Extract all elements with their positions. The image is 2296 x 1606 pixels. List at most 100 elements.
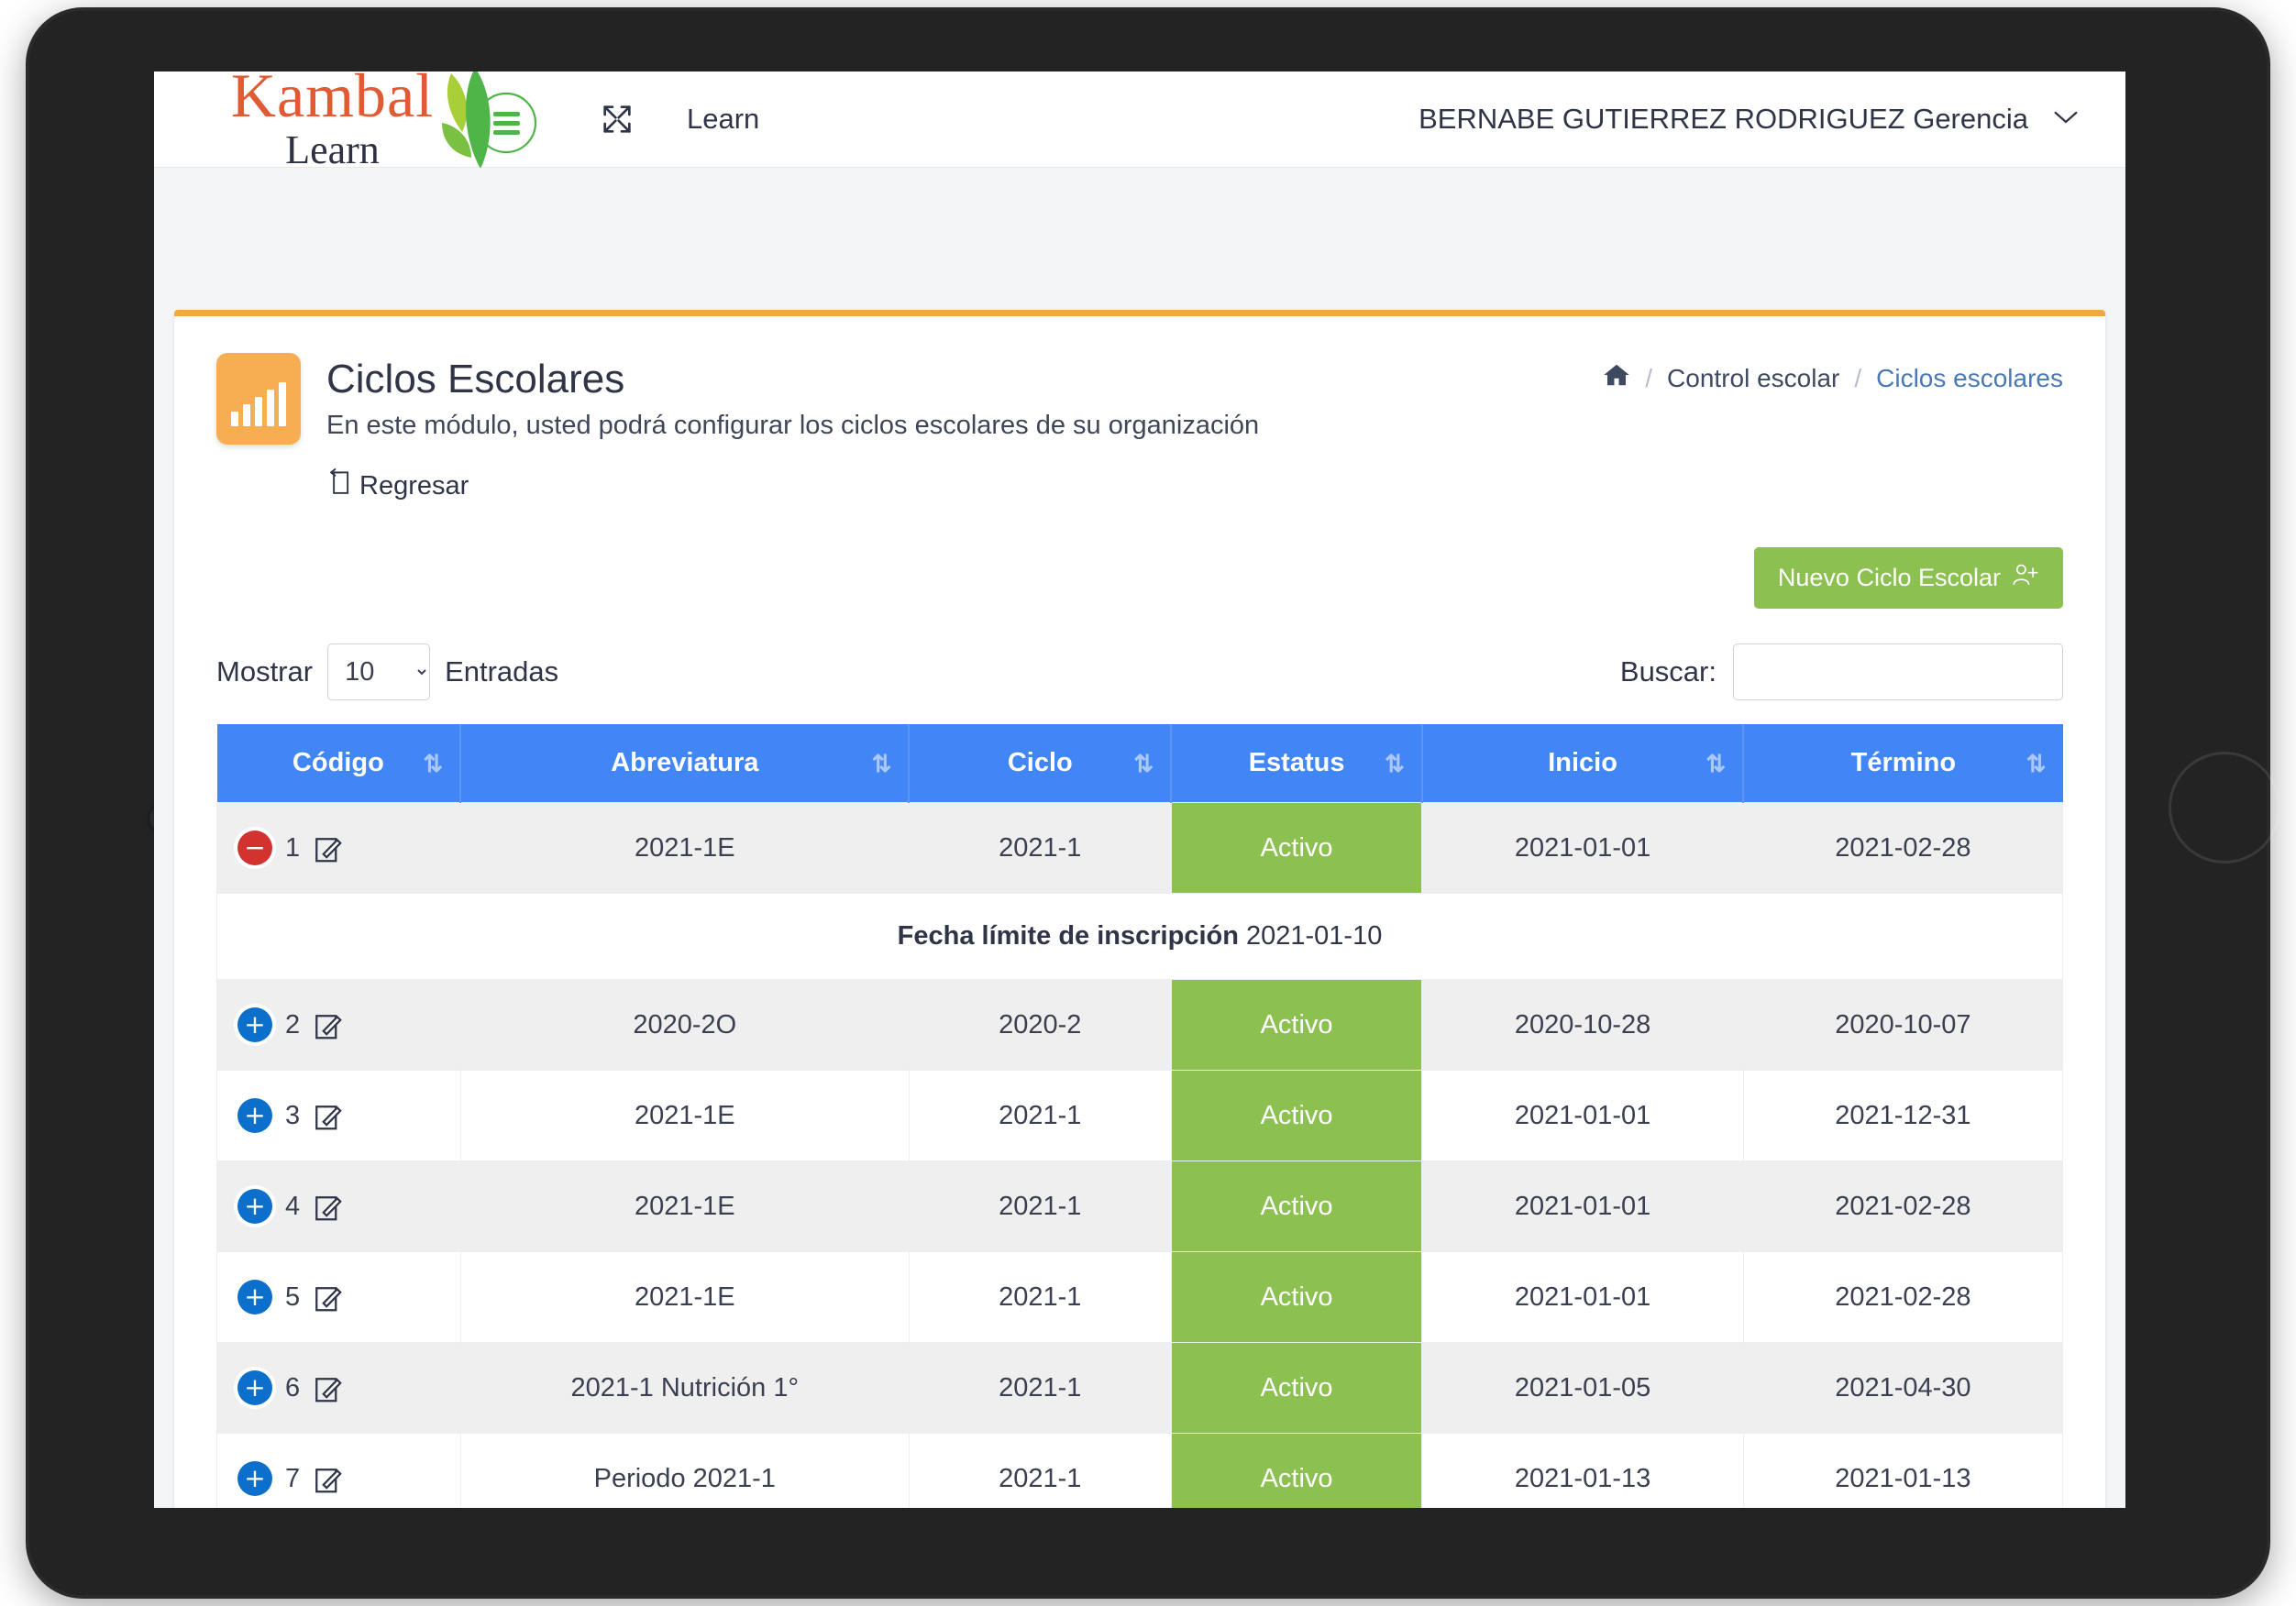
row-index: 7 [285,1463,301,1493]
page-length-control: Mostrar 102550100 Entradas [216,644,558,700]
column-header-codigo[interactable]: Código ⇅ [216,724,462,803]
search-label: Buscar: [1619,655,1716,688]
new-cycle-button[interactable]: Nuevo Ciclo Escolar [1753,547,2063,609]
row-detail: Fecha límite de inscripción 2021-01-10 [216,893,2063,980]
breadcrumb-item-control-escolar[interactable]: Control escolar [1667,364,1839,393]
cell-abreviatura: 2021-1E [459,802,910,894]
cell-inicio: 2021-01-01 [1421,1251,1744,1343]
expand-row-icon[interactable]: + [237,1098,272,1133]
page-title: Ciclos Escolares [326,357,625,402]
breadcrumb-item-ciclos-escolares[interactable]: Ciclos escolares [1876,364,2063,393]
expand-row-icon[interactable]: + [237,1007,272,1042]
edit-pencil-icon[interactable] [313,1281,344,1314]
expand-row-icon[interactable]: + [237,1280,272,1314]
column-header-termino[interactable]: Término ⇅ [1743,724,2063,803]
page-subtitle: En este módulo, usted podrá configurar l… [326,410,1260,440]
status-badge: Activo [1170,1070,1423,1161]
table-header-row: Código ⇅ Abreviatura ⇅ Ciclo ⇅ Estatus ⇅… [216,724,2063,803]
table-row[interactable]: −1 2021-1E 2021-1 Activo 2021-01-01 2021-02-2… [216,802,2064,894]
row-detail-cell: Fecha límite de inscripción 2021-01-10 [216,893,2063,980]
fullscreen-expand-icon[interactable] [593,95,641,143]
show-label: Mostrar [216,655,314,688]
cell-termino: 2021-01-13 [1742,1433,2064,1508]
column-header-inicio[interactable]: Inicio ⇅ [1421,724,1745,803]
back-arrow-icon [328,468,352,503]
cell-termino: 2021-04-30 [1742,1342,2064,1434]
cell-codigo: +3 [216,1070,461,1161]
column-header-ciclo[interactable]: Ciclo ⇅ [909,724,1173,803]
collapse-row-icon[interactable]: − [237,830,272,865]
sort-updown-icon: ⇅ [1385,749,1405,777]
cell-ciclo: 2021-1 [908,1070,1172,1161]
home-button[interactable] [2169,752,2280,864]
app-top-bar: Kambal Learn Learn BERNABE GUTIERREZ ROD… [154,72,2125,170]
status-badge: Activo [1170,1433,1423,1508]
column-header-abreviatura[interactable]: Abreviatura ⇅ [460,724,911,803]
cell-ciclo: 2021-1 [908,1160,1172,1252]
cell-termino: 2021-02-28 [1742,1160,2064,1252]
nav-item-learn[interactable]: Learn [687,103,759,136]
cell-codigo: +5 [216,1251,461,1343]
cell-inicio: 2021-01-01 [1421,1160,1744,1252]
page-head-text: Ciclos Escolares En este módulo, usted p… [326,353,1259,441]
back-link-label: Regresar [359,470,469,500]
cell-termino: 2021-02-28 [1742,1251,2064,1343]
sort-updown-icon: ⇅ [1133,749,1154,777]
edit-pencil-icon[interactable] [313,1462,344,1495]
cell-ciclo: 2021-1 [908,1342,1172,1434]
sort-updown-icon: ⇅ [871,749,892,777]
table-row[interactable]: +6 2021-1 Nutrición 1° 2021-1 Activo 2021-01… [216,1342,2064,1434]
cell-codigo: +7 [216,1433,461,1508]
column-header-inicio-label: Inicio [1548,748,1617,777]
edit-pencil-icon[interactable] [313,831,344,864]
row-index: 6 [285,1372,301,1402]
table-body: −1 2021-1E 2021-1 Activo 2021-01-01 2021-02-2… [216,802,2064,1508]
edit-pencil-icon[interactable] [313,1371,344,1404]
cell-termino: 2021-12-31 [1742,1070,2064,1161]
search-input[interactable] [1733,644,2063,700]
row-detail-label: Fecha límite de inscripción [897,921,1239,951]
sort-updown-icon: ⇅ [2026,749,2047,777]
user-name-label: BERNABE GUTIERREZ RODRIGUEZ Gerencia [1418,103,2028,135]
table-row[interactable]: +2 2020-2O 2020-2 Activo 2020-10-28 2020-10-0… [216,979,2064,1071]
edit-pencil-icon[interactable] [313,1099,344,1132]
tablet-device-frame: Kambal Learn Learn BERNABE GUTIERREZ ROD… [26,7,2280,1599]
cell-abreviatura: 2021-1E [459,1070,910,1161]
row-index: 5 [285,1282,301,1312]
status-badge: Activo [1170,1160,1423,1252]
cell-inicio: 2021-01-05 [1421,1342,1744,1434]
chevron-down-icon [2052,108,2080,131]
search-control: Buscar: [1620,644,2063,700]
edit-pencil-icon[interactable] [313,1190,344,1223]
table-row[interactable]: +5 2021-1E 2021-1 Activo 2021-01-01 2021-02-2… [216,1251,2064,1343]
column-header-ciclo-label: Ciclo [1007,748,1073,777]
table-row[interactable]: +3 2021-1E 2021-1 Activo 2021-01-01 2021-12-3… [216,1070,2064,1161]
page-length-select[interactable]: 102550100 [327,644,431,700]
cell-ciclo: 2021-1 [908,1251,1172,1343]
home-icon[interactable] [1603,362,1630,394]
breadcrumb-separator-2: / [1854,363,1862,392]
back-link[interactable]: Regresar [328,468,469,503]
status-badge: Activo [1170,802,1423,894]
cell-inicio: 2020-10-28 [1421,979,1744,1071]
edit-pencil-icon[interactable] [313,1008,344,1041]
module-card: Ciclos Escolares En este módulo, usted p… [174,310,2105,1508]
cell-abreviatura: 2021-1E [459,1251,910,1343]
row-index: 3 [285,1100,301,1130]
expand-row-icon[interactable]: + [237,1370,272,1405]
new-button-row: Nuevo Ciclo Escolar [216,547,2063,609]
row-index: 4 [285,1191,301,1221]
table-controls: Mostrar 102550100 Entradas Buscar: [216,644,2063,700]
column-header-abreviatura-label: Abreviatura [611,748,759,777]
expand-row-icon[interactable]: + [237,1461,272,1496]
row-detail-value: 2021-01-10 [1246,921,1383,951]
cell-inicio: 2021-01-01 [1421,802,1744,894]
table-row[interactable]: +4 2021-1E 2021-1 Activo 2021-01-01 2021-02-2… [216,1160,2064,1252]
cell-inicio: 2021-01-01 [1421,1070,1744,1161]
user-menu[interactable]: BERNABE GUTIERREZ RODRIGUEZ Gerencia [1418,103,2080,136]
column-header-estatus[interactable]: Estatus ⇅ [1171,724,1423,803]
cell-codigo: −1 [216,802,461,894]
column-header-codigo-label: Código [292,748,384,777]
table-row[interactable]: +7 Periodo 2021-1 2021-1 Activo 2021-01-13 20… [216,1433,2064,1508]
expand-row-icon[interactable]: + [237,1189,272,1224]
